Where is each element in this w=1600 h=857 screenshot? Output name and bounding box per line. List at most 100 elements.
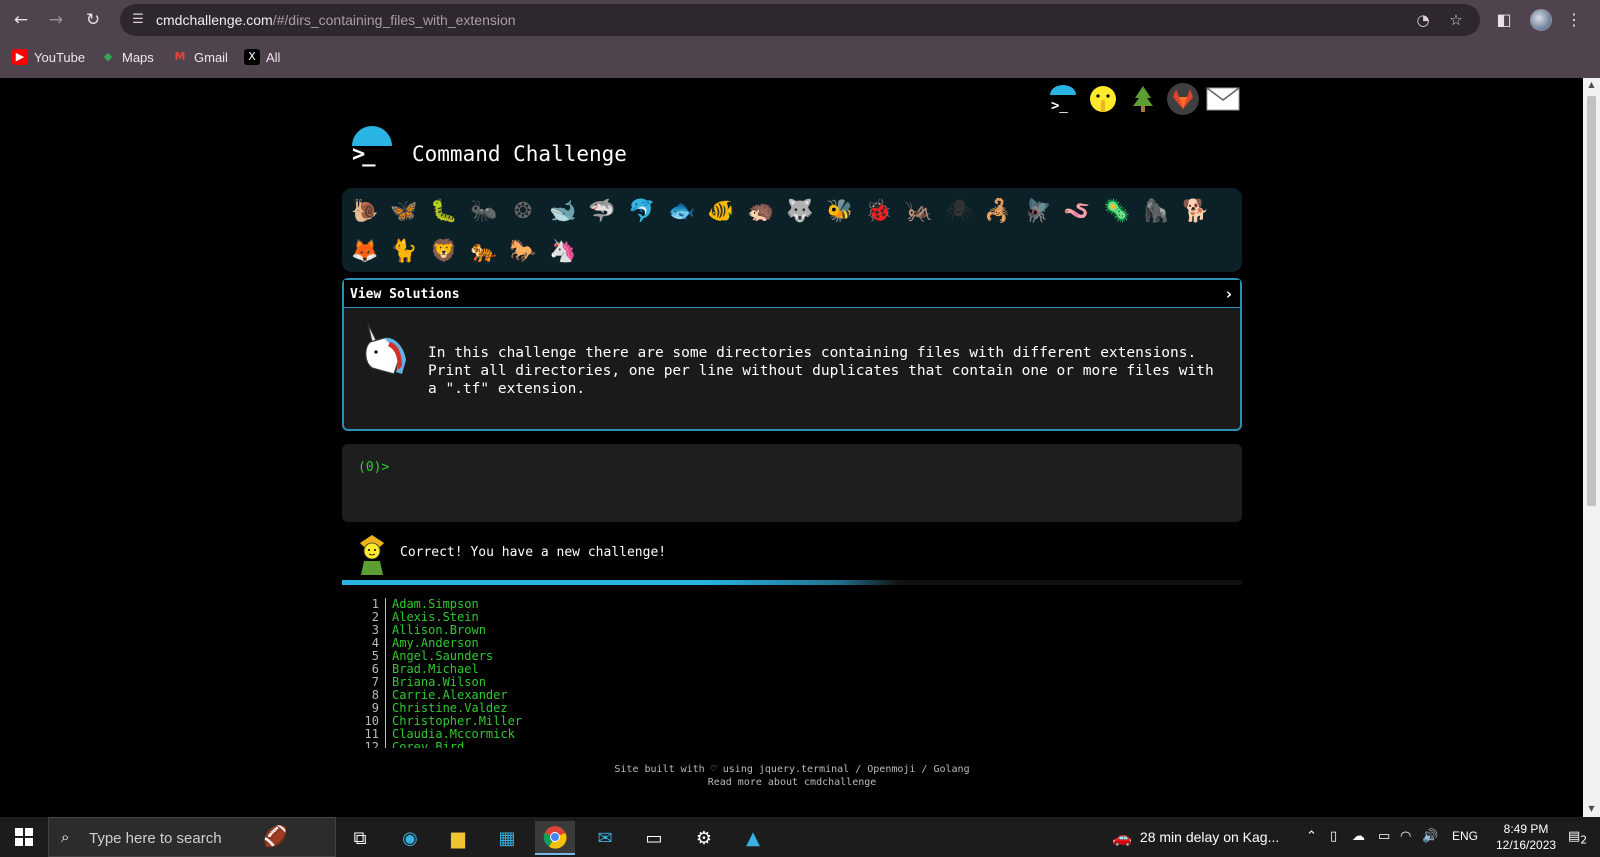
notification-count: 2 — [1580, 833, 1588, 847]
bookmark-youtube[interactable]: ▶ YouTube — [12, 46, 85, 68]
lion-icon[interactable]: 🦁 — [427, 234, 461, 268]
challenge-panel: View Solutions › In this challenge there… — [342, 278, 1242, 431]
caterpillar-icon[interactable]: 🐛 — [427, 194, 461, 228]
terminal-app-icon[interactable]: ▭ — [634, 821, 674, 855]
fish-icon[interactable]: 🐟 — [665, 194, 699, 228]
meet-icon[interactable]: ▯ — [1330, 829, 1337, 844]
scroll-down-icon[interactable]: ▼ — [1587, 804, 1596, 814]
microbe-icon[interactable]: 🦠 — [1100, 194, 1134, 228]
terminal-prompt-text: (0)> — [358, 460, 390, 475]
progress-fill — [342, 580, 1242, 585]
back-icon[interactable]: ← — [8, 8, 34, 32]
traffic-notification[interactable]: 🚗 28 min delay on Kag... — [1112, 817, 1279, 857]
cougar-icon[interactable]: 🐈 — [387, 234, 421, 268]
bookmark-label: YouTube — [34, 49, 86, 65]
directory-name: Corey.Bird — [392, 740, 465, 749]
url-text[interactable]: cmdchallenge.com/#/dirs_containing_files… — [156, 12, 516, 28]
chevron-right-icon: › — [1225, 285, 1232, 303]
ladybug-icon[interactable]: 🐞 — [862, 194, 896, 228]
gorilla-icon[interactable]: 🦍 — [1139, 194, 1173, 228]
bookmark-gmail[interactable]: M Gmail — [172, 46, 228, 68]
terminal-input[interactable]: (0)> — [342, 444, 1242, 522]
footer-about-link[interactable]: Read more about cmdchallenge — [342, 776, 1242, 789]
wifi-icon[interactable]: ◠ — [1400, 829, 1411, 844]
chevron-up-icon[interactable]: ⌃ — [1306, 829, 1317, 844]
notification-center-icon[interactable]: ▤2 — [1568, 829, 1587, 847]
view-solutions-label: View Solutions — [350, 287, 460, 302]
tiger-icon[interactable]: 🐅 — [467, 234, 501, 268]
page-content: >_ >_ Command Challenge 🐌 🦋 🐛 🐜 ❂ 🐋 🦈 🐬 … — [0, 78, 1583, 817]
snail-icon[interactable]: 🐌 — [348, 194, 382, 228]
menu-icon[interactable]: ⋮ — [1562, 8, 1586, 32]
line-number: 6 — [342, 663, 386, 676]
file-explorer-icon[interactable]: ▆ — [438, 821, 478, 855]
battery-icon[interactable]: ▭ — [1378, 829, 1390, 844]
notification-text: 28 min delay on Kag... — [1139, 829, 1280, 845]
shush-face-icon[interactable] — [1085, 80, 1121, 118]
scrollbar-thumb[interactable] — [1587, 96, 1596, 506]
task-view-icon[interactable]: ⧉ — [340, 821, 380, 855]
volume-icon[interactable]: 🔊 — [1422, 829, 1438, 844]
unicorn-icon — [354, 318, 414, 378]
site-logo[interactable]: >_ — [350, 126, 394, 170]
onedrive-icon[interactable]: ☁ — [1352, 829, 1365, 844]
page-scrollbar[interactable]: ▲ ▼ — [1583, 78, 1600, 817]
taskbar-search[interactable]: ⌕ Type here to search 🏈 — [48, 817, 336, 857]
line-number: 3 — [342, 624, 386, 637]
scorpion-icon[interactable]: 🦂 — [981, 194, 1015, 228]
profile-avatar[interactable] — [1530, 9, 1552, 31]
spider-icon[interactable]: 🕷 — [942, 194, 976, 228]
bee-icon[interactable]: 🐝 — [823, 194, 857, 228]
mail-app-icon[interactable]: ✉ — [585, 821, 625, 855]
tropical-fish-icon[interactable]: 🐠 — [704, 194, 738, 228]
footer-credits: Site built with ♡ using jquery.terminal … — [614, 764, 970, 775]
mail-icon[interactable] — [1205, 80, 1241, 118]
photos-icon[interactable]: ▲ — [733, 821, 773, 855]
bookmark-maps[interactable]: ◆ Maps — [100, 46, 154, 68]
horse-icon[interactable]: 🐎 — [506, 234, 540, 268]
bookmark-x[interactable]: X All — [244, 46, 280, 68]
bookmark-label: All — [266, 49, 281, 65]
butterfly-icon[interactable]: 🦋 — [387, 194, 421, 228]
dolphin-icon[interactable]: 🐬 — [625, 194, 659, 228]
wolf-icon[interactable]: 🐺 — [783, 194, 817, 228]
system-clock[interactable]: 8:49 PM 12/16/2023 — [1496, 821, 1556, 853]
tree-icon[interactable] — [1125, 80, 1161, 118]
gitlab-icon[interactable] — [1165, 80, 1201, 118]
bookmark-star-icon[interactable]: ☆ — [1445, 10, 1467, 30]
fly-icon[interactable]: 🪰 — [1021, 194, 1055, 228]
worm-icon[interactable]: 🪱 — [1060, 194, 1094, 228]
reload-icon[interactable]: ↻ — [80, 8, 106, 32]
site-info-icon[interactable]: ☰ — [128, 10, 148, 30]
line-number: 1 — [342, 598, 386, 611]
whale-icon[interactable]: 🐋 — [546, 194, 580, 228]
chrome-icon[interactable] — [535, 821, 575, 855]
challenge-animal-selector: 🐌 🦋 🐛 🐜 ❂ 🐋 🦈 🐬 🐟 🐠 🦔 🐺 🐝 🐞 🦗 🕷 🦂 🪰 🪱 🦠 … — [342, 188, 1242, 272]
settings-gear-icon[interactable]: ⚙ — [684, 821, 724, 855]
ant-icon[interactable]: 🐜 — [467, 194, 501, 228]
edge-icon[interactable]: ◉ — [390, 821, 430, 855]
scroll-up-icon[interactable]: ▲ — [1587, 80, 1596, 90]
fox-icon[interactable]: 🦊 — [348, 234, 382, 268]
svg-text:>_: >_ — [1051, 98, 1068, 113]
microsoft-store-icon[interactable]: ▦ — [487, 821, 527, 855]
forward-icon[interactable]: → — [43, 8, 69, 32]
terminal-prompt: (0)> — [358, 456, 397, 475]
address-bar[interactable]: ☰ cmdchallenge.com/#/dirs_containing_fil… — [120, 4, 1480, 36]
page-title: Command Challenge — [412, 142, 627, 166]
shell-icon[interactable]: ❂ — [506, 194, 540, 228]
shark-icon[interactable]: 🦈 — [585, 194, 619, 228]
cmdchallenge-home-icon[interactable]: >_ — [1045, 80, 1081, 118]
dog-icon[interactable]: 🐕 — [1179, 194, 1213, 228]
view-solutions-toggle[interactable]: View Solutions › — [344, 280, 1240, 308]
line-number: 9 — [342, 702, 386, 715]
cricket-icon[interactable]: 🦗 — [902, 194, 936, 228]
hedgehog-icon[interactable]: 🦔 — [744, 194, 778, 228]
line-number: 10 — [342, 715, 386, 728]
language-indicator[interactable]: ENG — [1452, 829, 1478, 843]
line-number: 12 — [342, 741, 386, 748]
side-panel-icon[interactable]: ◧ — [1492, 8, 1516, 32]
performance-icon[interactable]: ◔ — [1412, 10, 1434, 30]
windows-start-icon[interactable] — [0, 817, 48, 857]
unicorn-icon[interactable]: 🦄 — [546, 234, 580, 268]
